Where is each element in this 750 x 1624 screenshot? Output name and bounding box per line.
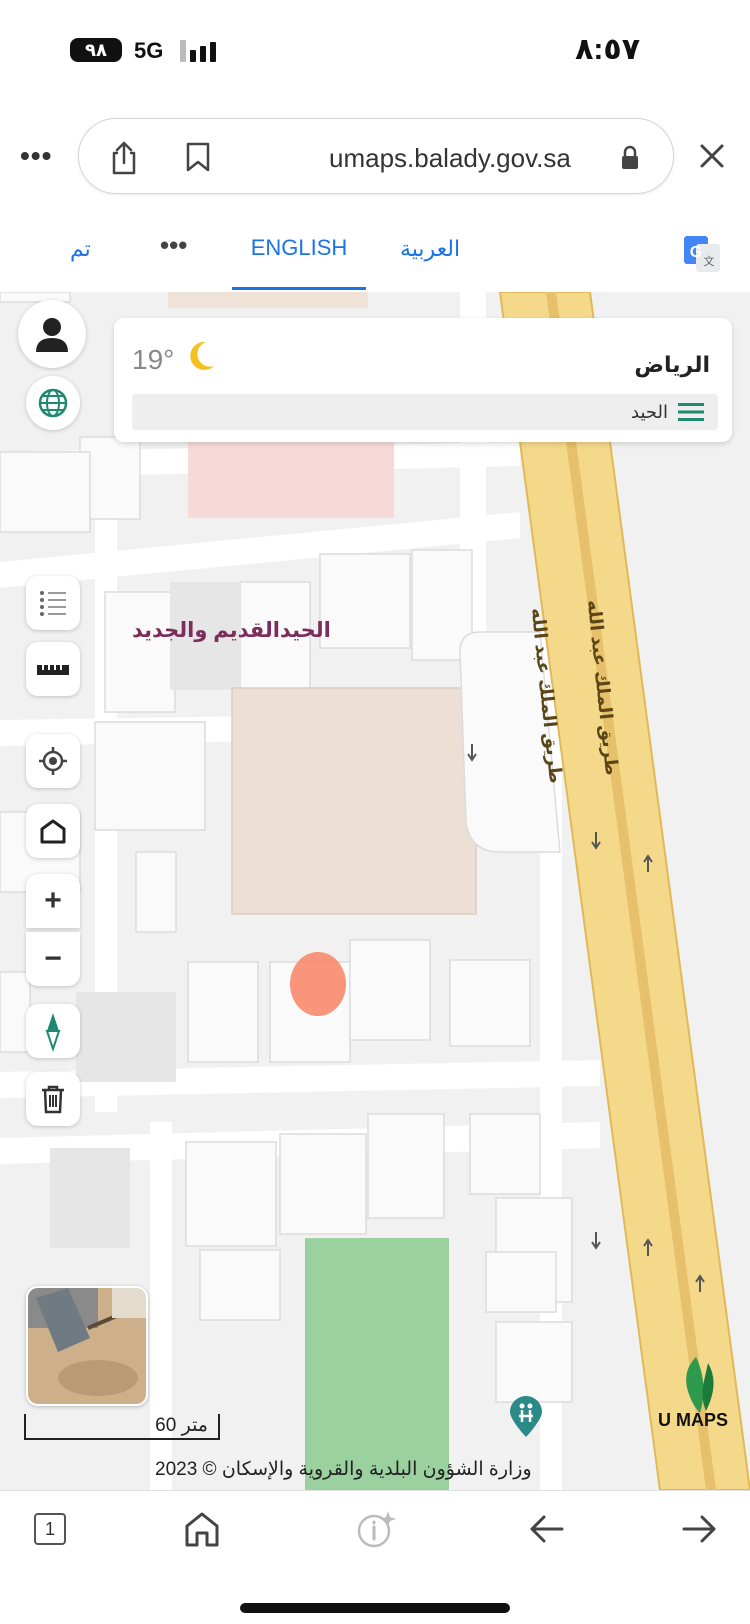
forward-arrow-icon[interactable] — [680, 1509, 720, 1549]
tab-arabic[interactable]: العربية — [400, 236, 460, 262]
delete-button[interactable] — [26, 1072, 80, 1126]
url-text: umaps.balady.gov.sa — [329, 143, 571, 173]
tab-english[interactable]: ENGLISH — [232, 220, 366, 290]
close-icon[interactable] — [694, 138, 730, 174]
trash-icon — [42, 1085, 64, 1114]
ruler-icon — [37, 665, 69, 675]
status-bar: ٩٨ 5G ٨:٥٧ — [0, 0, 750, 100]
info-sparkle-icon[interactable] — [356, 1509, 396, 1549]
address-bar[interactable]: umaps.balady.gov.sa — [78, 118, 674, 194]
zoom-out-icon: − — [44, 942, 62, 975]
layers-list-icon — [40, 591, 66, 616]
district-selector[interactable]: الحيد — [132, 394, 718, 430]
basemap-switcher[interactable] — [26, 1286, 148, 1406]
map-canvas[interactable]: طريق الملك عبد الله طريق الملك عبد الله … — [0, 292, 750, 1490]
compass-button[interactable] — [26, 1004, 80, 1058]
globe-icon — [38, 388, 68, 418]
back-arrow-icon[interactable] — [526, 1509, 566, 1549]
satellite-thumbnail — [28, 1288, 146, 1404]
signal-icon — [180, 40, 220, 62]
zoom-in-icon: + — [44, 884, 62, 917]
tabs-button[interactable]: 1 — [34, 1513, 66, 1545]
more-dots-icon[interactable]: ••• — [20, 140, 52, 172]
weather-city: الرياض — [634, 352, 710, 377]
browser-url-row: ••• umaps.balady.gov.sa — [0, 110, 750, 200]
pedestrian-poi-icon[interactable] — [508, 1396, 544, 1438]
measure-button[interactable] — [26, 642, 80, 696]
layers-list-button[interactable] — [26, 576, 80, 630]
network-type: 5G — [134, 38, 164, 63]
share-icon[interactable] — [109, 141, 139, 175]
copyright-text: وزارة الشؤون البلدية والقروية والإسكان ©… — [155, 1459, 532, 1480]
home-icon — [40, 819, 66, 844]
menu-icon — [678, 403, 704, 421]
compass-icon — [45, 1013, 61, 1051]
home-button[interactable] — [26, 804, 80, 858]
translate-more-button[interactable]: ••• — [160, 230, 187, 261]
user-button[interactable] — [18, 300, 86, 368]
weather-temperature: 19° — [132, 344, 175, 375]
svg-text:G: G — [690, 244, 702, 261]
zoom-in-button[interactable]: + — [26, 874, 80, 928]
svg-text:文: 文 — [704, 254, 715, 268]
location-marker[interactable] — [290, 952, 346, 1016]
home-icon[interactable] — [182, 1509, 222, 1549]
google-translate-icon[interactable]: G 文 — [682, 234, 722, 274]
translate-done-button[interactable]: تم — [70, 236, 91, 262]
language-button[interactable] — [26, 376, 80, 430]
bookmark-icon[interactable] — [185, 141, 211, 173]
scale-bar: 60 متر — [24, 1414, 220, 1440]
place-label: الحيدالقديم والجديد — [132, 619, 331, 642]
status-time: ٨:٥٧ — [575, 33, 640, 66]
browser-bottom-toolbar: 1 — [0, 1490, 750, 1624]
weather-card: 19° الرياض الحيد — [114, 318, 732, 442]
battery-indicator: ٩٨ — [70, 38, 122, 62]
home-indicator — [240, 1603, 510, 1613]
translate-bar: تم ••• ENGLISH العربية G 文 — [0, 220, 750, 290]
district-label: الحيد — [631, 402, 668, 422]
zoom-out-button[interactable]: − — [26, 932, 80, 986]
locate-button[interactable] — [26, 734, 80, 788]
umaps-brand: U MAPS — [658, 1410, 729, 1430]
lock-icon — [622, 145, 638, 169]
scale-text: 60 متر — [155, 1415, 208, 1436]
user-icon — [36, 318, 68, 352]
locate-icon — [39, 747, 67, 775]
moon-icon — [190, 341, 214, 370]
